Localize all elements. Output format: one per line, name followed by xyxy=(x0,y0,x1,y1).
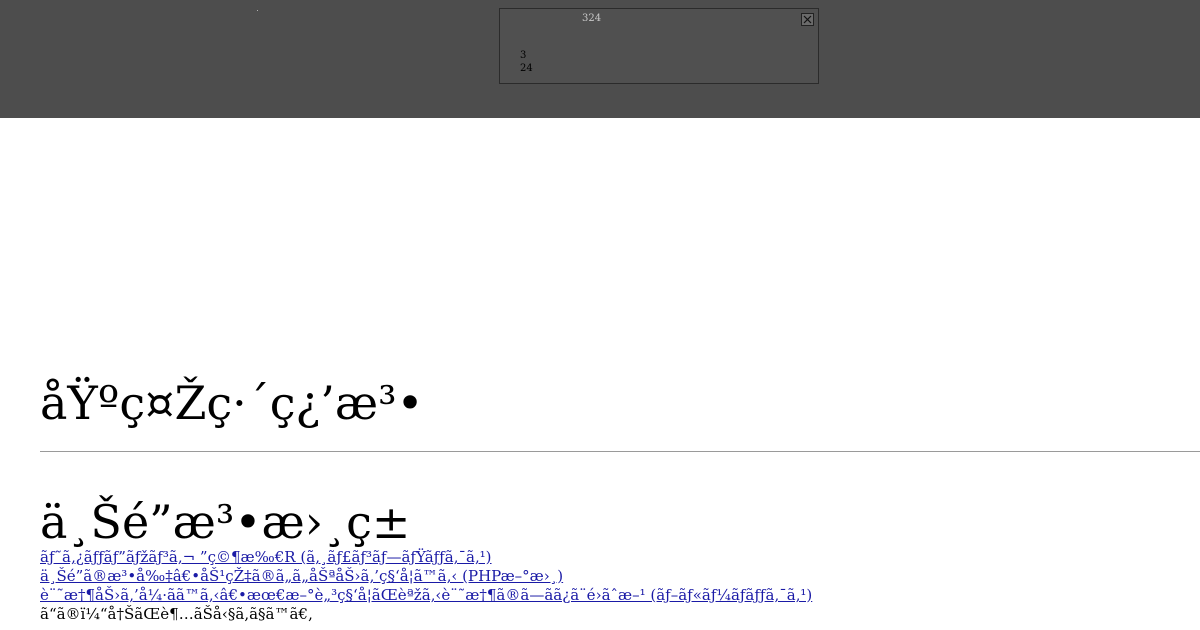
list-item: ã“ã®ï¼“å†ŠãŒè¶…ãŠå‹§ã‚ã§ã™ã€‚ xyxy=(40,605,1200,624)
list-item: ãƒ˜ã‚¿ãƒƒãƒ”ãƒžãƒ³ã‚¬ ”ç©¶æ‰€R (ã‚¸ãƒ£ãƒ… xyxy=(40,548,1200,567)
popup-line-2: 24 xyxy=(520,63,533,74)
modal-backdrop[interactable]: 324 3 24 xyxy=(0,0,1200,118)
book-link-2[interactable]: ä¸Šé”ã®æ³•å‰‡â€•åŠ¹çŽ‡ã®ã„ã„åŠªåŠ›ã‚’ç§‘… xyxy=(40,567,563,585)
book-link-1[interactable]: ãƒ˜ã‚¿ãƒƒãƒ”ãƒžãƒ³ã‚¬ ”ç©¶æ‰€R (ã‚¸ãƒ£ãƒ… xyxy=(40,548,492,566)
section-title: ä¸Šé”æ³•æ›¸ç± xyxy=(40,495,411,549)
list-item: è¨˜æ†¶åŠ›ã‚’å¼·ãã™ã‚‹â€•æœ€æ–°è„³ç§‘å¦ãŒ… xyxy=(40,586,1200,605)
popup-dialog: 324 3 24 xyxy=(499,8,819,84)
backdrop-speck xyxy=(257,10,258,11)
page-title: åŸºç¤Žç·´ç¿’æ³• xyxy=(40,376,424,430)
list-item: ä¸Šé”ã®æ³•å‰‡â€•åŠ¹çŽ‡ã®ã„ã„åŠªåŠ›ã‚’ç§‘… xyxy=(40,567,1200,586)
page-content: åŸºç¤Žç·´ç¿’æ³• ä¸Šé”æ³•æ›¸ç± ãƒ˜ã‚¿ãƒƒã… xyxy=(40,370,1200,624)
divider xyxy=(40,451,1200,452)
recommendation-text: ã“ã®ï¼“å†ŠãŒè¶…ãŠå‹§ã‚ã§ã™ã€‚ xyxy=(40,605,313,623)
close-icon xyxy=(803,15,812,24)
book-link-3[interactable]: è¨˜æ†¶åŠ›ã‚’å¼·ãã™ã‚‹â€•æœ€æ–°è„³ç§‘å¦ãŒ… xyxy=(40,586,812,604)
book-list: ãƒ˜ã‚¿ãƒƒãƒ”ãƒžãƒ³ã‚¬ ”ç©¶æ‰€R (ã‚¸ãƒ£ãƒ… xyxy=(40,548,1200,624)
popup-title: 324 xyxy=(582,13,602,24)
close-button[interactable] xyxy=(801,13,814,26)
popup-line-1: 3 xyxy=(520,50,527,61)
